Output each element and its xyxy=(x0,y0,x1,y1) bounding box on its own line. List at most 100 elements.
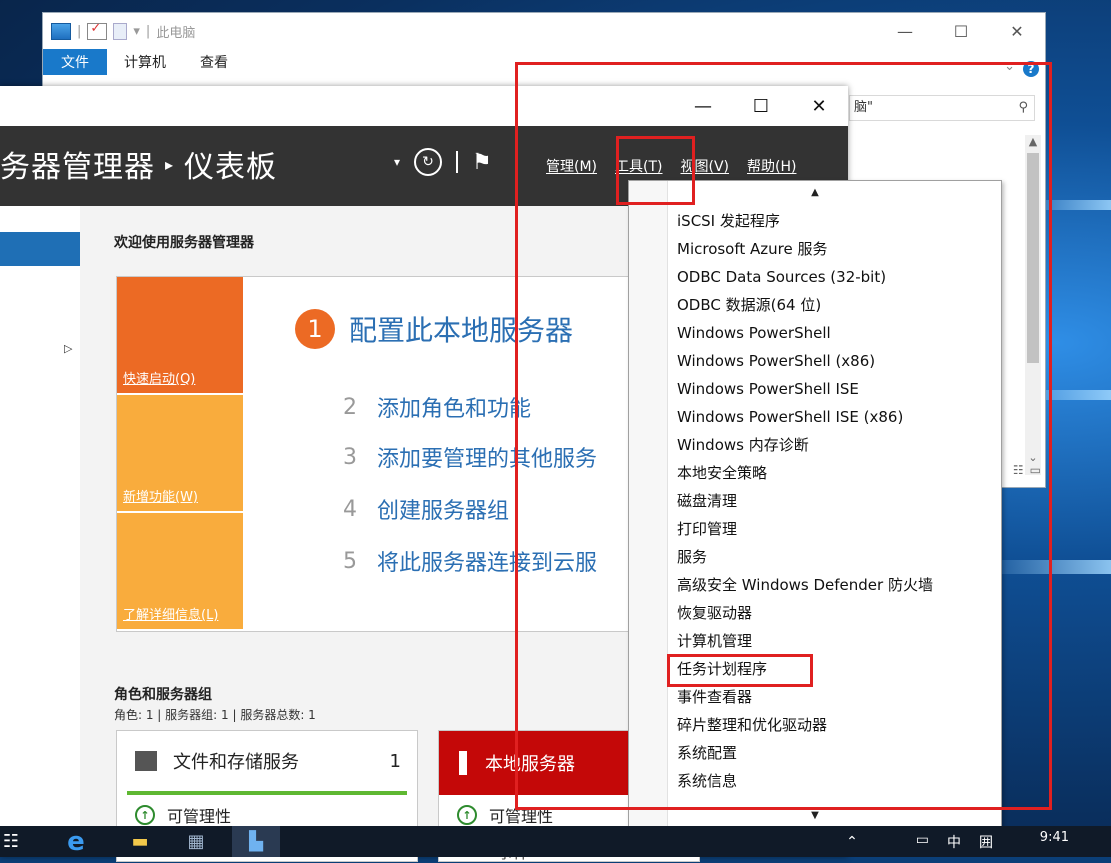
server-manager-taskbar-icon[interactable]: ▙ xyxy=(232,826,280,857)
network-icon[interactable]: ▭ xyxy=(916,832,929,852)
tools-menu-item[interactable]: 事件查看器 xyxy=(667,683,1001,711)
tools-menu-item[interactable]: ODBC 数据源(64 位) xyxy=(667,291,1001,319)
tile-label[interactable]: 新增功能(W) xyxy=(123,486,198,505)
explorer-title: 此电脑 xyxy=(156,25,196,41)
tools-menu-item[interactable]: ODBC Data Sources (32-bit) xyxy=(667,263,1001,291)
tools-menu-item[interactable]: iSCSI 发起程序 xyxy=(667,207,1001,235)
tools-menu-item[interactable]: 系统配置 xyxy=(667,739,1001,767)
ribbon-expand-icon[interactable]: ⌄ xyxy=(1004,59,1015,74)
show-hidden-icons-icon[interactable]: ⌃ xyxy=(840,826,864,857)
tools-menu-item[interactable]: 碎片整理和优化驱动器 xyxy=(667,711,1001,739)
breadcrumb-root[interactable]: 务器管理器 xyxy=(0,142,155,186)
tile-quick-start[interactable]: 快速启动(Q) xyxy=(117,277,243,393)
tools-menu-item[interactable]: 恢复驱动器 xyxy=(667,599,1001,627)
new-folder-icon[interactable] xyxy=(113,22,128,40)
card-count: 1 xyxy=(389,750,401,772)
storage-icon xyxy=(135,751,157,771)
card-title: 本地服务器 xyxy=(485,754,575,775)
tools-menu-item[interactable]: 打印管理 xyxy=(667,515,1001,543)
customize-dropdown-icon[interactable]: ▾ xyxy=(133,24,140,39)
separator: | xyxy=(145,23,151,39)
step-number-badge: 1 xyxy=(295,309,335,349)
internet-explorer-icon[interactable]: e xyxy=(56,826,96,857)
ime-mode-icon[interactable]: 囲 xyxy=(979,832,993,852)
step-link[interactable]: 将此服务器连接到云服 xyxy=(377,545,597,577)
tile-label[interactable]: 了解详细信息(L) xyxy=(123,604,218,623)
card-header[interactable]: 文件和存储服务 1 xyxy=(127,731,407,795)
search-input[interactable]: 脑" ⚲ xyxy=(849,95,1035,121)
tools-menu-item[interactable]: Windows PowerShell ISE (x86) xyxy=(667,403,1001,431)
quick-start-panel: 快速启动(Q) 新增功能(W) 了解详细信息(L) 1 配置此本地服务器 2 添… xyxy=(116,276,658,632)
computer-icon[interactable] xyxy=(51,22,71,40)
system-tray: ▭ 中 囲 xyxy=(916,832,993,852)
step-connect-cloud[interactable]: 5 将此服务器连接到云服 xyxy=(343,545,597,577)
search-icon[interactable]: ⚲ xyxy=(1018,96,1028,120)
explorer-titlebar: | ▾ | 此电脑 — ☐ ✕ xyxy=(43,13,1045,49)
step-add-roles[interactable]: 2 添加角色和功能 xyxy=(343,391,531,423)
task-view-icon[interactable]: ☷ xyxy=(0,826,22,857)
tools-menu-list: iSCSI 发起程序 Microsoft Azure 服务 ODBC Data So… xyxy=(667,207,1001,795)
file-explorer-icon[interactable]: ▬ xyxy=(120,826,160,857)
ribbon-tab-view[interactable]: 查看 xyxy=(183,49,245,75)
tools-menu-item[interactable]: 磁盘清理 xyxy=(667,487,1001,515)
step-add-servers[interactable]: 3 添加要管理的其他服务 xyxy=(343,441,597,473)
minimize-button[interactable]: — xyxy=(877,13,933,49)
breadcrumb-current: 仪表板 xyxy=(184,150,278,185)
details-view-icon[interactable]: ☷ xyxy=(1013,463,1024,477)
close-button[interactable]: ✕ xyxy=(989,13,1045,49)
close-button[interactable]: ✕ xyxy=(790,86,848,126)
window-controls: — ☐ ✕ xyxy=(674,86,848,126)
refresh-icon[interactable]: ↻ xyxy=(414,148,443,176)
tools-menu-item[interactable]: Windows PowerShell xyxy=(667,319,1001,347)
step-number: 4 xyxy=(343,496,357,522)
expand-arrow-icon[interactable]: ▷ xyxy=(64,342,72,355)
card-title: 文件和存储服务 xyxy=(173,752,299,773)
step-create-group[interactable]: 4 创建服务器组 xyxy=(343,493,509,525)
ribbon-tab-computer[interactable]: 计算机 xyxy=(107,49,183,75)
tools-menu-item[interactable]: 本地安全策略 xyxy=(667,459,1001,487)
menu-help[interactable]: 帮助(H) xyxy=(747,156,796,176)
divider xyxy=(456,151,459,173)
step-link[interactable]: 配置此本地服务器 xyxy=(349,309,573,349)
menu-tools[interactable]: 工具(T) xyxy=(615,156,662,176)
tools-menu-item[interactable]: 计算机管理 xyxy=(667,627,1001,655)
taskbar-app-icon[interactable]: ▦ xyxy=(174,826,218,857)
scroll-up-icon[interactable]: ▲ xyxy=(1025,135,1041,148)
history-dropdown-icon[interactable]: ▾ xyxy=(394,155,400,169)
tools-menu-item[interactable]: 高级安全 Windows Defender 防火墙 xyxy=(667,571,1001,599)
help-icon[interactable]: ? xyxy=(1023,61,1039,77)
tools-menu-item[interactable]: 任务计划程序 xyxy=(667,655,1001,683)
server-manager-menubar: 管理(M) 工具(T) 视图(V) 帮助(H) xyxy=(546,156,796,176)
tile-label[interactable]: 快速启动(Q) xyxy=(123,368,195,387)
scrollbar[interactable]: ▲ ⌄ xyxy=(1025,135,1041,475)
large-icons-view-icon[interactable]: ▭ xyxy=(1030,463,1041,477)
scroll-down-arrow-icon[interactable]: ▼ xyxy=(629,810,1001,821)
minimize-button[interactable]: — xyxy=(674,86,732,126)
tools-menu-item[interactable]: Windows PowerShell ISE xyxy=(667,375,1001,403)
properties-icon[interactable] xyxy=(87,21,108,40)
step-link[interactable]: 添加角色和功能 xyxy=(377,391,531,423)
menu-manage[interactable]: 管理(M) xyxy=(546,156,597,176)
menu-view[interactable]: 视图(V) xyxy=(681,156,730,176)
tools-menu-item[interactable]: Microsoft Azure 服务 xyxy=(667,235,1001,263)
ribbon-tab-file[interactable]: 文件 xyxy=(43,49,107,75)
clock[interactable]: 9:41 xyxy=(1040,830,1069,845)
view-switcher: ☷ ▭ xyxy=(1013,463,1041,477)
scroll-up-arrow-icon[interactable]: ▲ xyxy=(629,187,1001,198)
maximize-button[interactable]: ☐ xyxy=(933,13,989,49)
step-configure-local-server[interactable]: 1 配置此本地服务器 xyxy=(295,309,573,349)
notifications-flag-icon[interactable]: ⚑ xyxy=(472,150,492,175)
input-language-indicator[interactable]: 中 xyxy=(947,832,961,852)
step-link[interactable]: 添加要管理的其他服务 xyxy=(377,441,597,473)
step-link[interactable]: 创建服务器组 xyxy=(377,493,509,525)
tools-menu-item[interactable]: 服务 xyxy=(667,543,1001,571)
nav-item-dashboard[interactable] xyxy=(0,232,80,266)
tile-learn-more[interactable]: 了解详细信息(L) xyxy=(117,513,243,629)
tools-menu-item[interactable]: 系统信息 xyxy=(667,767,1001,795)
tools-menu-item[interactable]: Windows 内存诊断 xyxy=(667,431,1001,459)
tile-whats-new[interactable]: 新增功能(W) xyxy=(117,395,243,511)
maximize-button[interactable]: ☐ xyxy=(732,86,790,126)
tools-menu-item[interactable]: Windows PowerShell (x86) xyxy=(667,347,1001,375)
scroll-thumb[interactable] xyxy=(1027,153,1039,363)
breadcrumb: 务器管理器 ▸ 仪表板 xyxy=(0,142,277,186)
